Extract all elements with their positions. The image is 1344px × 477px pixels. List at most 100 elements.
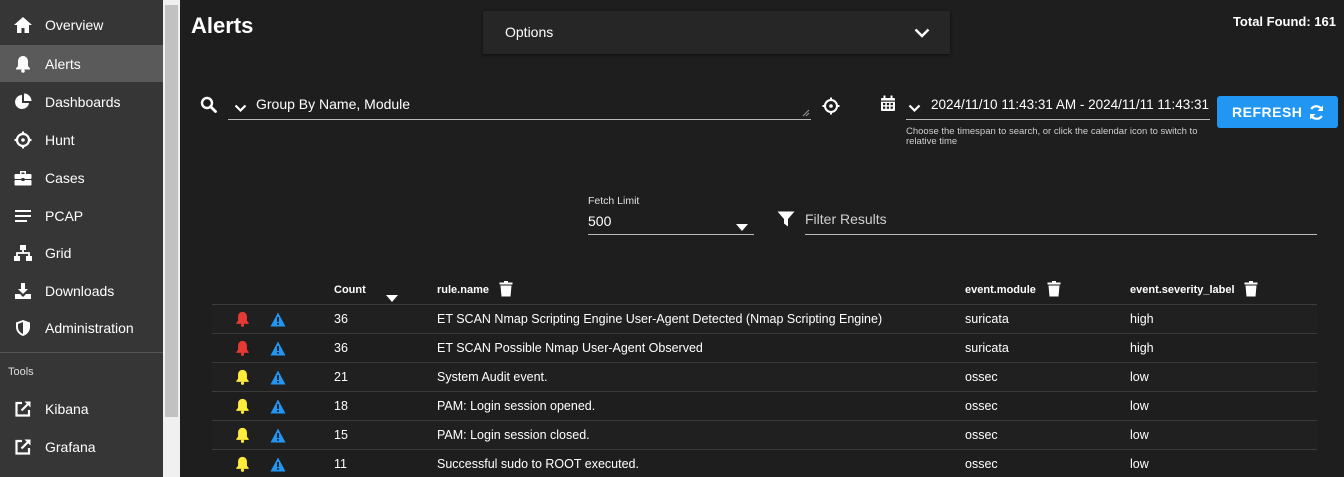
rule-name-cell: PAM: Login session closed. xyxy=(437,428,590,442)
table-row[interactable]: 36 ET SCAN Nmap Scripting Engine User-Ag… xyxy=(212,305,1317,334)
count-cell: 21 xyxy=(334,370,348,384)
table-row[interactable]: 15 PAM: Login session closed. ossec low xyxy=(212,421,1317,450)
trash-icon[interactable] xyxy=(1047,281,1061,302)
count-cell: 11 xyxy=(334,457,347,471)
count-cell: 18 xyxy=(334,399,348,413)
refresh-button[interactable]: REFRESH xyxy=(1217,96,1338,128)
sidebar-item-label: PCAP xyxy=(45,207,84,224)
resize-grip-icon[interactable] xyxy=(802,109,810,117)
sidebar-item-downloads[interactable]: Downloads xyxy=(0,272,163,309)
sidebar-item-label: Grafana xyxy=(45,438,96,455)
options-expander[interactable]: Options xyxy=(483,11,950,54)
sidebar-divider xyxy=(0,352,163,353)
column-header-severity[interactable]: event.severity_label xyxy=(1130,284,1235,296)
bell-icon[interactable] xyxy=(235,311,250,332)
warning-icon[interactable] xyxy=(270,341,286,361)
warning-icon[interactable] xyxy=(270,457,286,477)
sidebar-item-grafana[interactable]: Grafana xyxy=(0,428,163,465)
sidebar-item-label: Hunt xyxy=(45,131,75,148)
page-title: Alerts xyxy=(191,13,254,38)
sidebar-item-label: Grid xyxy=(45,244,72,261)
sidebar-item-kibana[interactable]: Kibana xyxy=(0,390,163,427)
warning-icon[interactable] xyxy=(270,312,286,332)
trash-icon[interactable] xyxy=(499,281,513,302)
calendar-icon[interactable] xyxy=(880,95,896,117)
module-cell: ossec xyxy=(965,428,998,442)
fetch-limit-select[interactable]: 500 xyxy=(588,207,754,235)
module-cell: suricata xyxy=(965,341,1009,355)
table-row[interactable]: 18 PAM: Login session opened. ossec low xyxy=(212,392,1317,421)
sidebar-item-alerts[interactable]: Alerts xyxy=(0,45,163,82)
bell-icon[interactable] xyxy=(235,427,250,448)
count-cell: 36 xyxy=(334,341,348,355)
sidebar: Overview Alerts Dashboards Hunt Cases PC… xyxy=(0,0,163,477)
refresh-icon xyxy=(1308,104,1325,126)
warning-icon[interactable] xyxy=(270,428,286,448)
sidebar-item-hunt[interactable]: Hunt xyxy=(0,121,163,158)
home-icon xyxy=(13,15,33,35)
severity-cell: low xyxy=(1130,370,1149,384)
crosshair-icon[interactable] xyxy=(822,97,840,120)
bell-icon[interactable] xyxy=(235,340,250,361)
module-cell: ossec xyxy=(965,370,998,384)
table-body: 36 ET SCAN Nmap Scripting Engine User-Ag… xyxy=(212,305,1317,477)
sidebar-item-dashboards[interactable]: Dashboards xyxy=(0,83,163,120)
fetch-limit-label: Fetch Limit xyxy=(588,195,640,207)
severity-cell: high xyxy=(1130,312,1154,326)
sitemap-icon xyxy=(13,243,33,263)
filter-results-field[interactable] xyxy=(805,207,1317,235)
sidebar-item-label: Alerts xyxy=(45,55,81,72)
sidebar-item-label: Dashboards xyxy=(45,93,121,110)
rule-name-cell: ET SCAN Nmap Scripting Engine User-Agent… xyxy=(437,312,883,326)
sidebar-item-label: Kibana xyxy=(45,400,89,417)
shield-icon xyxy=(13,318,33,338)
query-text[interactable]: Group By Name, Module xyxy=(256,96,410,112)
date-range-text[interactable]: 2024/11/10 11:43:31 AM - 2024/11/11 11:4… xyxy=(931,97,1210,112)
bell-icon[interactable] xyxy=(235,369,250,390)
sidebar-item-label: Cases xyxy=(45,169,85,186)
alerts-table: Count rule.name event.module event.sever… xyxy=(212,276,1317,477)
severity-cell: high xyxy=(1130,341,1154,355)
table-row[interactable]: 11 Successful sudo to ROOT executed. oss… xyxy=(212,450,1317,477)
rule-name-cell: ET SCAN Possible Nmap User-Agent Observe… xyxy=(437,341,703,355)
sidebar-item-grid[interactable]: Grid xyxy=(0,234,163,271)
bell-icon[interactable] xyxy=(235,456,250,477)
chevron-down-icon[interactable] xyxy=(234,100,247,118)
bell-icon xyxy=(13,54,33,74)
tools-section-label: Tools xyxy=(8,366,34,378)
column-header-count[interactable]: Count xyxy=(334,284,366,296)
module-cell: suricata xyxy=(965,312,1009,326)
warning-icon[interactable] xyxy=(270,399,286,419)
filter-results-input[interactable] xyxy=(805,211,1305,227)
rule-name-cell: Successful sudo to ROOT executed. xyxy=(437,457,639,471)
total-found: Total Found: 161 xyxy=(1232,14,1336,29)
download-icon xyxy=(13,281,33,301)
warning-icon[interactable] xyxy=(270,370,286,390)
sidebar-item-overview[interactable]: Overview xyxy=(0,6,163,43)
trash-icon[interactable] xyxy=(1244,281,1258,302)
column-header-event-module[interactable]: event.module xyxy=(965,284,1036,296)
date-range-input[interactable]: 2024/11/10 11:43:31 AM - 2024/11/11 11:4… xyxy=(906,90,1210,120)
search-icon[interactable] xyxy=(200,96,217,118)
bell-icon[interactable] xyxy=(235,398,250,419)
sidebar-item-administration[interactable]: Administration xyxy=(0,309,163,346)
query-input[interactable]: Group By Name, Module xyxy=(228,90,811,120)
module-cell: ossec xyxy=(965,457,998,471)
table-row[interactable]: 36 ET SCAN Possible Nmap User-Agent Obse… xyxy=(212,334,1317,363)
chevron-down-icon[interactable] xyxy=(908,100,921,118)
briefcase-icon xyxy=(13,168,33,188)
options-label: Options xyxy=(505,24,554,40)
table-header: Count rule.name event.module event.sever… xyxy=(212,276,1317,305)
sidebar-scrollbar-thumb[interactable] xyxy=(165,5,178,417)
sidebar-item-pcap[interactable]: PCAP xyxy=(0,197,163,234)
severity-cell: low xyxy=(1130,428,1149,442)
column-header-rule-name[interactable]: rule.name xyxy=(437,284,489,296)
severity-cell: low xyxy=(1130,457,1149,471)
sidebar-item-cases[interactable]: Cases xyxy=(0,159,163,196)
table-row[interactable]: 21 System Audit event. ossec low xyxy=(212,363,1317,392)
sidebar-item-label: Downloads xyxy=(45,282,115,299)
external-link-icon xyxy=(13,399,33,419)
severity-cell: low xyxy=(1130,399,1149,413)
date-range-hint: Choose the timespan to search, or click … xyxy=(906,126,1198,147)
pie-chart-icon xyxy=(13,92,33,112)
